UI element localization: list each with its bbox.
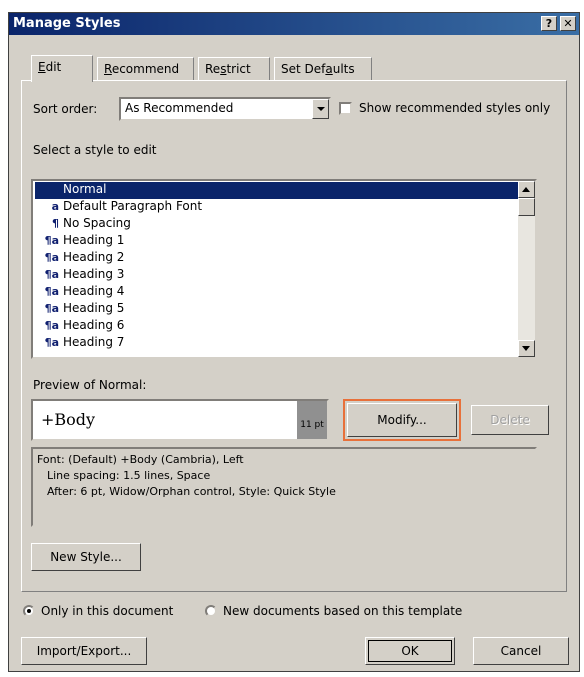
linked-style-icon: ¶a — [44, 234, 59, 247]
description-line: Line spacing: 1.5 lines, Space — [47, 469, 211, 482]
list-item[interactable]: Normal — [35, 182, 519, 199]
style-description: Font: (Default) +Body (Cambria), Left Li… — [31, 447, 537, 527]
list-item[interactable]: ¶a Heading 5 — [35, 301, 519, 318]
style-list-scrollbar[interactable] — [518, 181, 535, 357]
list-item[interactable]: ¶a Heading 1 — [35, 233, 519, 250]
new-documents-label: New documents based on this template — [223, 604, 463, 618]
tab-recommend-label: Recommend — [104, 62, 180, 76]
tab-restrict-label: Restrict — [205, 62, 251, 76]
list-item[interactable]: ¶a Heading 2 — [35, 250, 519, 267]
style-name: Normal — [63, 182, 107, 196]
preview-sample: +Body — [41, 410, 96, 429]
scroll-down-icon[interactable] — [518, 340, 535, 357]
close-icon: ✕ — [563, 17, 573, 30]
preview-label: Preview of Normal: — [33, 378, 147, 392]
linked-style-icon: ¶a — [44, 336, 59, 349]
style-name: Heading 3 — [63, 267, 125, 281]
list-item[interactable]: ¶a Heading 4 — [35, 284, 519, 301]
style-name: Heading 4 — [63, 284, 125, 298]
linked-style-icon: ¶a — [44, 302, 59, 315]
delete-button[interactable]: Delete — [471, 405, 549, 435]
list-item[interactable]: ¶a Heading 3 — [35, 267, 519, 284]
title-bar[interactable]: Manage Styles ? ✕ — [9, 13, 579, 35]
linked-style-icon: ¶a — [44, 268, 59, 281]
character-style-icon: a — [51, 200, 59, 213]
linked-style-icon: ¶a — [44, 319, 59, 332]
import-export-button[interactable]: Import/Export... — [21, 637, 147, 665]
tab-edit-label: Edit — [38, 60, 62, 74]
sort-order-select[interactable]: As Recommended — [119, 97, 331, 121]
close-button[interactable]: ✕ — [560, 16, 576, 31]
paragraph-style-icon: ¶ — [52, 217, 59, 230]
sort-order-label: Sort order: — [33, 102, 98, 116]
linked-style-icon: ¶a — [44, 251, 59, 264]
only-document-radio[interactable] — [23, 605, 35, 617]
scroll-up-icon[interactable] — [518, 181, 535, 198]
tab-recommend[interactable]: Recommend — [97, 57, 194, 81]
window-title: Manage Styles — [13, 16, 121, 31]
help-button[interactable]: ? — [541, 16, 557, 31]
description-line: Font: (Default) +Body (Cambria), Left — [37, 453, 244, 466]
preview-size: 11 pt — [297, 401, 327, 439]
manage-styles-dialog: Manage Styles ? ✕ Edit Recommend Restric… — [8, 12, 580, 672]
cancel-button[interactable]: Cancel — [473, 637, 569, 665]
tab-set-defaults-label: Set Defaults — [281, 62, 355, 76]
style-name: Heading 2 — [63, 250, 125, 264]
list-item[interactable]: ¶a Heading 7 — [35, 335, 519, 352]
tab-set-defaults[interactable]: Set Defaults — [274, 57, 372, 81]
scroll-thumb[interactable] — [518, 198, 535, 216]
style-name: Heading 1 — [63, 233, 125, 247]
style-list[interactable]: Normal a Default Paragraph Font ¶ No Spaci… — [31, 179, 537, 359]
style-name: No Spacing — [63, 216, 131, 230]
style-preview: +Body 11 pt — [31, 399, 329, 441]
list-item[interactable]: ¶a Heading 6 — [35, 318, 519, 335]
style-name: Default Paragraph Font — [63, 199, 203, 213]
list-item[interactable]: ¶ No Spacing — [35, 216, 519, 233]
select-style-label: Select a style to edit — [33, 143, 157, 157]
description-line: After: 6 pt, Widow/Orphan control, Style… — [47, 485, 336, 498]
chevron-down-icon[interactable] — [312, 99, 329, 119]
style-name: Heading 6 — [63, 318, 125, 332]
tab-edit[interactable]: Edit — [31, 55, 93, 82]
style-name: Heading 7 — [63, 335, 125, 349]
linked-style-icon: ¶a — [44, 285, 59, 298]
modify-button[interactable]: Modify... — [347, 403, 457, 437]
new-documents-radio[interactable] — [205, 605, 217, 617]
tab-restrict[interactable]: Restrict — [198, 57, 270, 81]
style-name: Heading 5 — [63, 301, 125, 315]
list-item[interactable]: a Default Paragraph Font — [35, 199, 519, 216]
show-recommended-checkbox[interactable] — [339, 102, 352, 115]
sort-order-value: As Recommended — [125, 101, 234, 115]
ok-button[interactable]: OK — [365, 637, 455, 665]
only-document-label: Only in this document — [41, 604, 174, 618]
show-recommended-label: Show recommended styles only — [359, 101, 551, 115]
new-style-button[interactable]: New Style... — [31, 543, 141, 571]
